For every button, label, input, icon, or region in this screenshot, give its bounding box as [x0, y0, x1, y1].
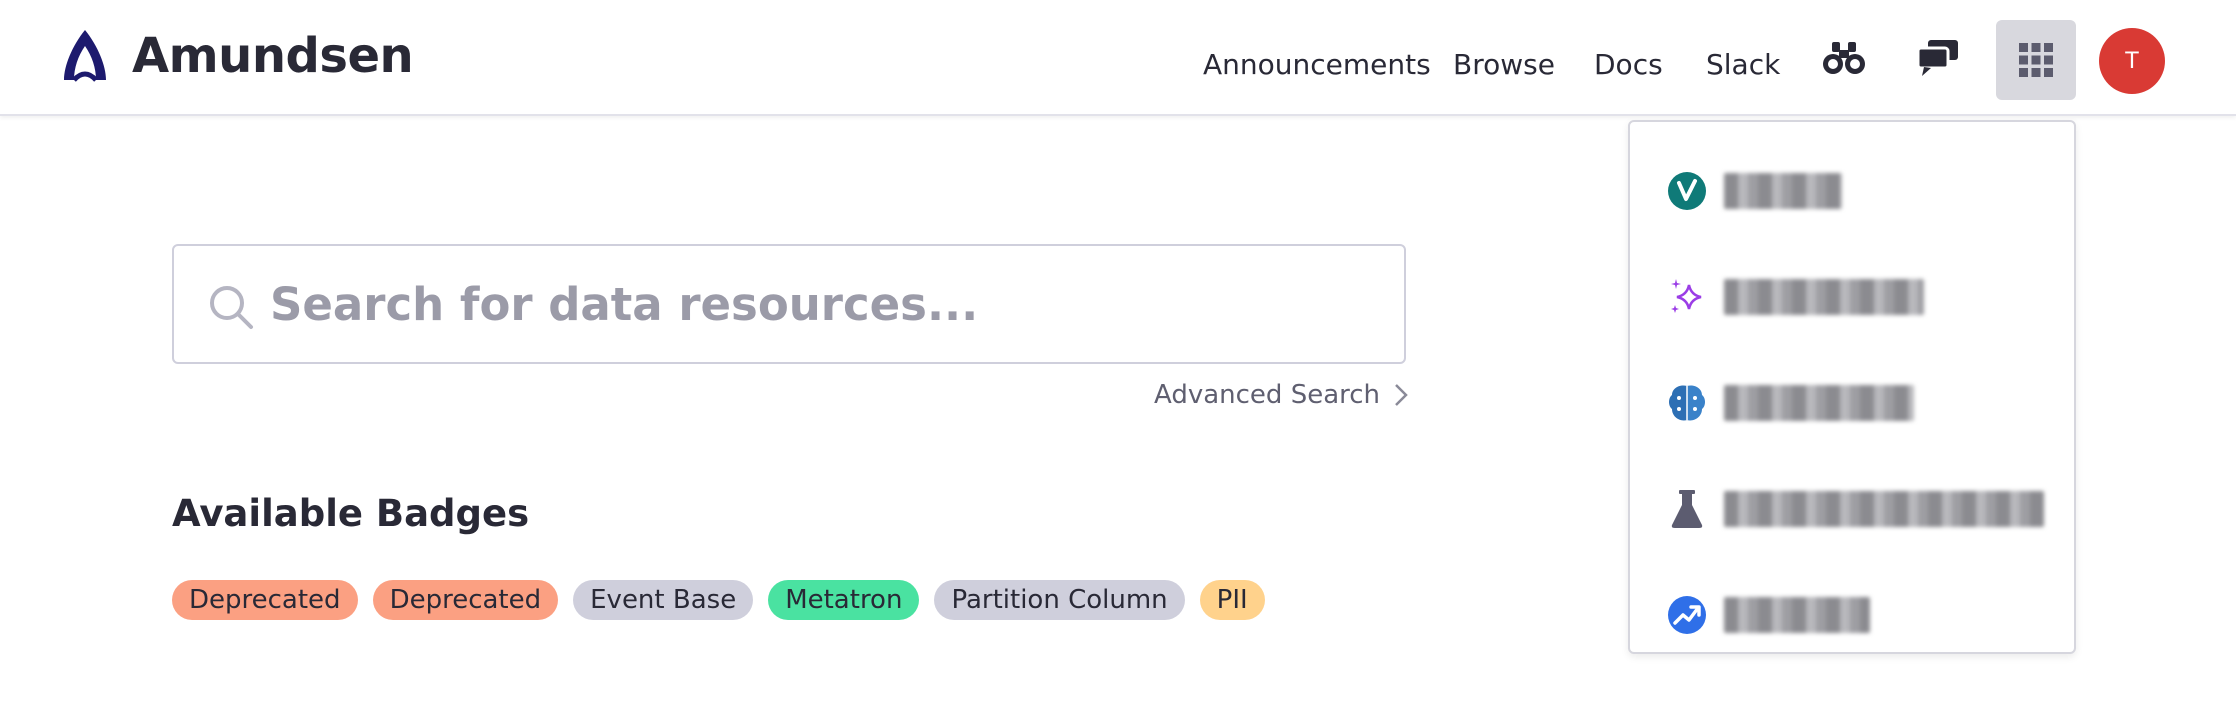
apps-menu-item-label	[1724, 597, 1870, 633]
apps-menu-item-label	[1724, 491, 2044, 527]
home-logo-link[interactable]: Amundsen	[60, 28, 414, 84]
v-check-icon	[1666, 170, 1708, 212]
app-title: Amundsen	[132, 28, 414, 84]
badge-metatron[interactable]: Metatron	[768, 580, 920, 620]
badge-event-base[interactable]: Event Base	[573, 580, 754, 620]
badge-list: Deprecated Deprecated Event Base Metatro…	[172, 580, 1280, 620]
advanced-search-link[interactable]: Advanced Search	[1154, 380, 1408, 410]
badge-partition-column[interactable]: Partition Column	[934, 580, 1185, 620]
brain-icon	[1666, 382, 1708, 424]
available-badges-heading: Available Badges	[172, 492, 530, 535]
apps-menu-item-label	[1724, 385, 1914, 421]
advanced-search-label: Advanced Search	[1154, 380, 1381, 410]
badge-pii[interactable]: PII	[1199, 580, 1265, 620]
apps-dropdown-menu	[1628, 120, 2076, 654]
apps-menu-item-label	[1724, 173, 1842, 209]
amundsen-logo-icon	[64, 30, 106, 82]
nav-link-slack[interactable]: Slack	[1706, 48, 1780, 81]
apps-menu-item[interactable]	[1666, 368, 2066, 438]
top-navbar: Amundsen Announcements Browse Docs Slack…	[0, 0, 2236, 116]
apps-grid-button[interactable]	[1996, 20, 2076, 100]
trend-chart-icon	[1666, 594, 1708, 636]
apps-menu-item[interactable]	[1666, 156, 2066, 226]
chat-icon[interactable]	[1914, 36, 1962, 80]
user-avatar[interactable]: T	[2099, 28, 2165, 94]
apps-menu-item-label	[1724, 279, 1924, 315]
badge-deprecated[interactable]: Deprecated	[172, 580, 358, 620]
chevron-right-icon	[1395, 384, 1408, 406]
nav-link-docs[interactable]: Docs	[1594, 48, 1663, 81]
flask-icon	[1666, 488, 1708, 530]
search-icon	[210, 286, 253, 329]
nav-link-announcements[interactable]: Announcements	[1203, 48, 1431, 81]
nav-link-browse[interactable]: Browse	[1453, 48, 1555, 81]
binoculars-icon[interactable]	[1820, 36, 1868, 80]
apps-menu-item[interactable]	[1666, 580, 2066, 650]
badge-deprecated[interactable]: Deprecated	[372, 580, 559, 620]
apps-menu-item[interactable]	[1666, 262, 2066, 332]
search-input[interactable]	[270, 246, 1390, 362]
apps-grid-icon	[2019, 43, 2053, 77]
apps-menu-item[interactable]	[1666, 474, 2066, 544]
search-box	[172, 244, 1406, 364]
sparkle-icon	[1666, 276, 1708, 318]
